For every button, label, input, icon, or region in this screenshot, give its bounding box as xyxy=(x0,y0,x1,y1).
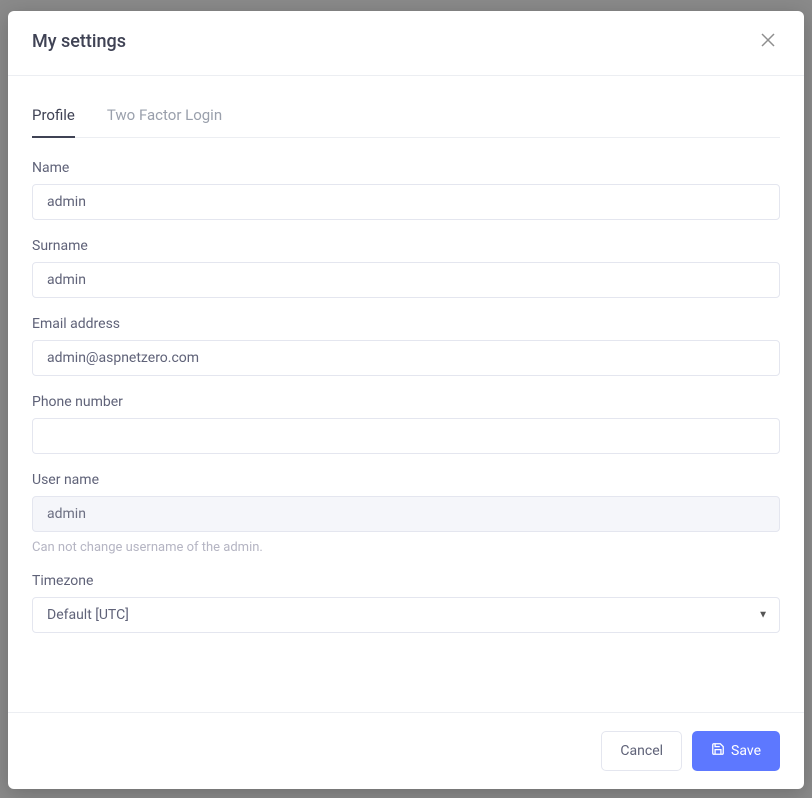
input-email[interactable] xyxy=(32,340,780,376)
label-username: User name xyxy=(32,472,780,488)
cancel-button-label: Cancel xyxy=(620,743,663,759)
label-name: Name xyxy=(32,160,780,176)
tab-profile[interactable]: Profile xyxy=(32,96,75,138)
field-username: User name Can not change username of the… xyxy=(32,472,780,555)
modal-body: Profile Two Factor Login Name Surname Em… xyxy=(8,76,804,712)
field-name: Name xyxy=(32,160,780,220)
help-username: Can not change username of the admin. xyxy=(32,540,780,555)
save-button[interactable]: Save xyxy=(692,731,780,771)
label-phone: Phone number xyxy=(32,394,780,410)
modal-footer: Cancel Save xyxy=(8,712,804,789)
close-button[interactable] xyxy=(756,29,780,53)
input-surname[interactable] xyxy=(32,262,780,298)
cancel-button[interactable]: Cancel xyxy=(601,731,682,771)
tabs: Profile Two Factor Login xyxy=(32,96,780,138)
label-email: Email address xyxy=(32,316,780,332)
input-phone[interactable] xyxy=(32,418,780,454)
modal-header: My settings xyxy=(8,11,804,76)
save-button-label: Save xyxy=(731,743,761,759)
modal-title: My settings xyxy=(32,31,126,52)
input-name[interactable] xyxy=(32,184,780,220)
field-surname: Surname xyxy=(32,238,780,298)
close-icon xyxy=(761,31,775,52)
field-phone: Phone number xyxy=(32,394,780,454)
input-username xyxy=(32,496,780,532)
tab-two-factor-login[interactable]: Two Factor Login xyxy=(107,96,222,138)
field-email: Email address xyxy=(32,316,780,376)
save-icon xyxy=(711,742,725,760)
settings-modal: My settings Profile Two Factor Login Nam… xyxy=(8,11,804,789)
field-timezone: Timezone Default [UTC] ▼ xyxy=(32,573,780,633)
select-timezone[interactable]: Default [UTC] xyxy=(32,597,780,633)
label-surname: Surname xyxy=(32,238,780,254)
label-timezone: Timezone xyxy=(32,573,780,589)
